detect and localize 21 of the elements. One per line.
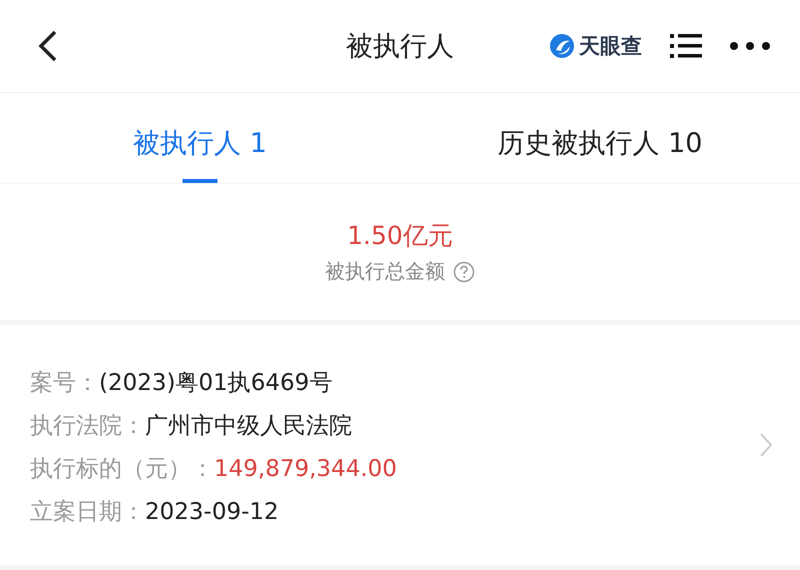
field-value: 149,879,344.00 [214, 456, 397, 482]
field-value: (2023)粤01执6469号 [99, 369, 332, 398]
field-label: 案号： [30, 369, 99, 398]
help-icon[interactable] [453, 260, 475, 282]
more-icon[interactable] [730, 42, 770, 50]
case-card[interactable]: 案号：(2023)粤01执6469号 执行法院：广州市中级人民法院 执行标的（元）：149,879,344.00 立案日期：2023-09-12 [0, 325, 800, 565]
back-icon[interactable] [38, 30, 58, 62]
total-amount-label: 被执行总金额 [325, 258, 445, 285]
brand-logo: 天眼查 [579, 33, 642, 60]
tab[interactable]: 被执行人 1 [133, 123, 267, 183]
field-label: 执行标的（元）： [30, 455, 214, 484]
total-amount: 1.50亿元 [347, 220, 453, 252]
list-icon[interactable] [670, 33, 702, 59]
field-label: 执行法院： [30, 412, 145, 441]
tab[interactable]: 历史被执行人 10 [498, 123, 702, 183]
logo-icon [549, 33, 575, 59]
chevron-right-icon [760, 433, 772, 457]
field-value: 2023-09-12 [145, 499, 279, 525]
field-value: 广州市中级人民法院 [145, 412, 352, 441]
field-label: 立案日期： [30, 498, 145, 527]
page-title: 被执行人 [346, 30, 454, 64]
